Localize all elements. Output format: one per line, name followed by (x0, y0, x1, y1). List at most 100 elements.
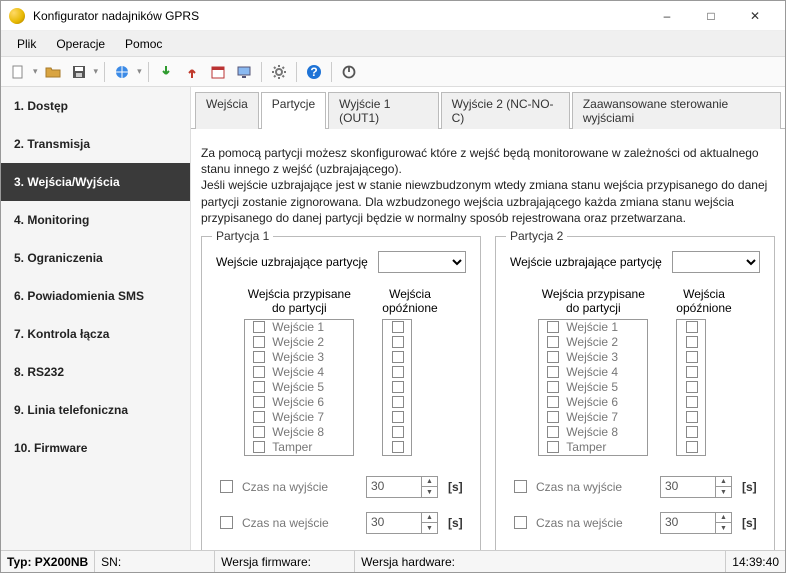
entry-delay-checkbox[interactable] (514, 516, 527, 529)
delayed-checkbox[interactable] (392, 366, 404, 378)
power-icon[interactable] (338, 61, 360, 83)
sidebar-item-8[interactable]: 9. Linia telefoniczna (1, 391, 190, 429)
assign-checkbox[interactable] (547, 351, 559, 363)
arm-input-label: Wejście uzbrajające partycję (216, 255, 368, 269)
assign-checkbox[interactable] (547, 441, 559, 453)
spin-up-icon[interactable]: ▲ (716, 513, 731, 524)
assign-checkbox[interactable] (253, 381, 265, 393)
spin-down-icon[interactable]: ▼ (422, 487, 437, 497)
delayed-checkbox[interactable] (392, 351, 404, 363)
spin-down-icon[interactable]: ▼ (716, 523, 731, 533)
tab-advanced[interactable]: Zaawansowane sterowanie wyjściami (572, 92, 781, 129)
open-icon[interactable] (42, 61, 64, 83)
assign-checkbox[interactable] (253, 411, 265, 423)
minimize-button[interactable]: – (645, 2, 689, 30)
assign-checkbox[interactable] (547, 366, 559, 378)
delayed-checkbox[interactable] (686, 396, 698, 408)
assign-checkbox[interactable] (547, 321, 559, 333)
sidebar-item-9[interactable]: 10. Firmware (1, 429, 190, 467)
assign-checkbox[interactable] (253, 396, 265, 408)
assign-checkbox[interactable] (547, 381, 559, 393)
input-row: Wejście 4 (539, 365, 647, 380)
assign-checkbox[interactable] (253, 336, 265, 348)
delayed-checkbox[interactable] (686, 336, 698, 348)
sidebar-item-3[interactable]: 4. Monitoring (1, 201, 190, 239)
delayed-checkbox[interactable] (686, 411, 698, 423)
assign-checkbox[interactable] (253, 321, 265, 333)
save-icon[interactable] (68, 61, 90, 83)
entry-delay-checkbox[interactable] (220, 516, 233, 529)
delayed-checkbox[interactable] (686, 441, 698, 453)
entry-delay-spinner[interactable]: 30▲▼ (366, 512, 438, 534)
delayed-checkbox[interactable] (392, 426, 404, 438)
assign-checkbox[interactable] (547, 426, 559, 438)
assign-checkbox[interactable] (547, 411, 559, 423)
arm-input-label: Wejście uzbrajające partycję (510, 255, 662, 269)
delayed-checkbox[interactable] (392, 441, 404, 453)
upload-icon[interactable] (181, 61, 203, 83)
tab-out1[interactable]: Wyjście 1 (OUT1) (328, 92, 438, 129)
status-type: Typ: PX200NB (1, 551, 95, 572)
input-row: Tamper (245, 440, 353, 455)
sidebar-item-0[interactable]: 1. Dostęp (1, 87, 190, 125)
assign-checkbox[interactable] (253, 441, 265, 453)
delayed-checkbox[interactable] (686, 366, 698, 378)
calendar-icon[interactable] (207, 61, 229, 83)
assign-checkbox[interactable] (547, 396, 559, 408)
new-icon[interactable] (7, 61, 29, 83)
arm-input-select[interactable] (672, 251, 760, 273)
spin-down-icon[interactable]: ▼ (716, 487, 731, 497)
tab-partitions[interactable]: Partycje (261, 92, 326, 129)
spin-up-icon[interactable]: ▲ (422, 477, 437, 488)
spin-down-icon[interactable]: ▼ (422, 523, 437, 533)
sidebar-item-5[interactable]: 6. Powiadomienia SMS (1, 277, 190, 315)
entry-delay-spinner[interactable]: 30▲▼ (660, 512, 732, 534)
sidebar-item-1[interactable]: 2. Transmisja (1, 125, 190, 163)
delayed-checkbox[interactable] (392, 381, 404, 393)
delayed-checkbox[interactable] (686, 426, 698, 438)
tab-out2[interactable]: Wyjście 2 (NC-NO-C) (441, 92, 570, 129)
assign-checkbox[interactable] (547, 336, 559, 348)
exit-delay-checkbox[interactable] (514, 480, 527, 493)
sidebar-item-7[interactable]: 8. RS232 (1, 353, 190, 391)
delayed-checkbox[interactable] (392, 396, 404, 408)
download-icon[interactable] (155, 61, 177, 83)
tab-inputs[interactable]: Wejścia (195, 92, 259, 129)
monitor-icon[interactable] (233, 61, 255, 83)
delayed-list[interactable] (676, 319, 706, 456)
delayed-checkbox[interactable] (686, 381, 698, 393)
help-icon[interactable]: ? (303, 61, 325, 83)
delayed-row (677, 320, 705, 335)
assign-checkbox[interactable] (253, 351, 265, 363)
arm-input-select[interactable] (378, 251, 466, 273)
maximize-button[interactable]: □ (689, 2, 733, 30)
delayed-row (677, 335, 705, 350)
close-button[interactable]: ✕ (733, 2, 777, 30)
assigned-list[interactable]: Wejście 1Wejście 2Wejście 3Wejście 4Wejś… (538, 319, 648, 456)
delayed-checkbox[interactable] (686, 321, 698, 333)
delayed-list[interactable] (382, 319, 412, 456)
delayed-checkbox[interactable] (392, 336, 404, 348)
sidebar-item-4[interactable]: 5. Ograniczenia (1, 239, 190, 277)
assigned-list[interactable]: Wejście 1Wejście 2Wejście 3Wejście 4Wejś… (244, 319, 354, 456)
globe-icon[interactable] (111, 61, 133, 83)
delayed-checkbox[interactable] (392, 321, 404, 333)
sidebar-item-2[interactable]: 3. Wejścia/Wyjścia (1, 163, 190, 201)
menu-help[interactable]: Pomoc (115, 33, 172, 55)
menu-file[interactable]: Plik (7, 33, 46, 55)
menu-operations[interactable]: Operacje (46, 33, 115, 55)
partition-2-group: Partycja 2 Wejście uzbrajające partycję … (495, 236, 775, 550)
sidebar: 1. Dostęp2. Transmisja3. Wejścia/Wyjścia… (1, 87, 191, 550)
gear-icon[interactable] (268, 61, 290, 83)
exit-delay-spinner[interactable]: 30▲▼ (660, 476, 732, 498)
exit-delay-spinner[interactable]: 30▲▼ (366, 476, 438, 498)
assign-checkbox[interactable] (253, 366, 265, 378)
sidebar-item-6[interactable]: 7. Kontrola łącza (1, 315, 190, 353)
spin-up-icon[interactable]: ▲ (716, 477, 731, 488)
assign-checkbox[interactable] (253, 426, 265, 438)
delayed-checkbox[interactable] (392, 411, 404, 423)
delayed-checkbox[interactable] (686, 351, 698, 363)
spin-up-icon[interactable]: ▲ (422, 513, 437, 524)
delayed-row (677, 410, 705, 425)
exit-delay-checkbox[interactable] (220, 480, 233, 493)
